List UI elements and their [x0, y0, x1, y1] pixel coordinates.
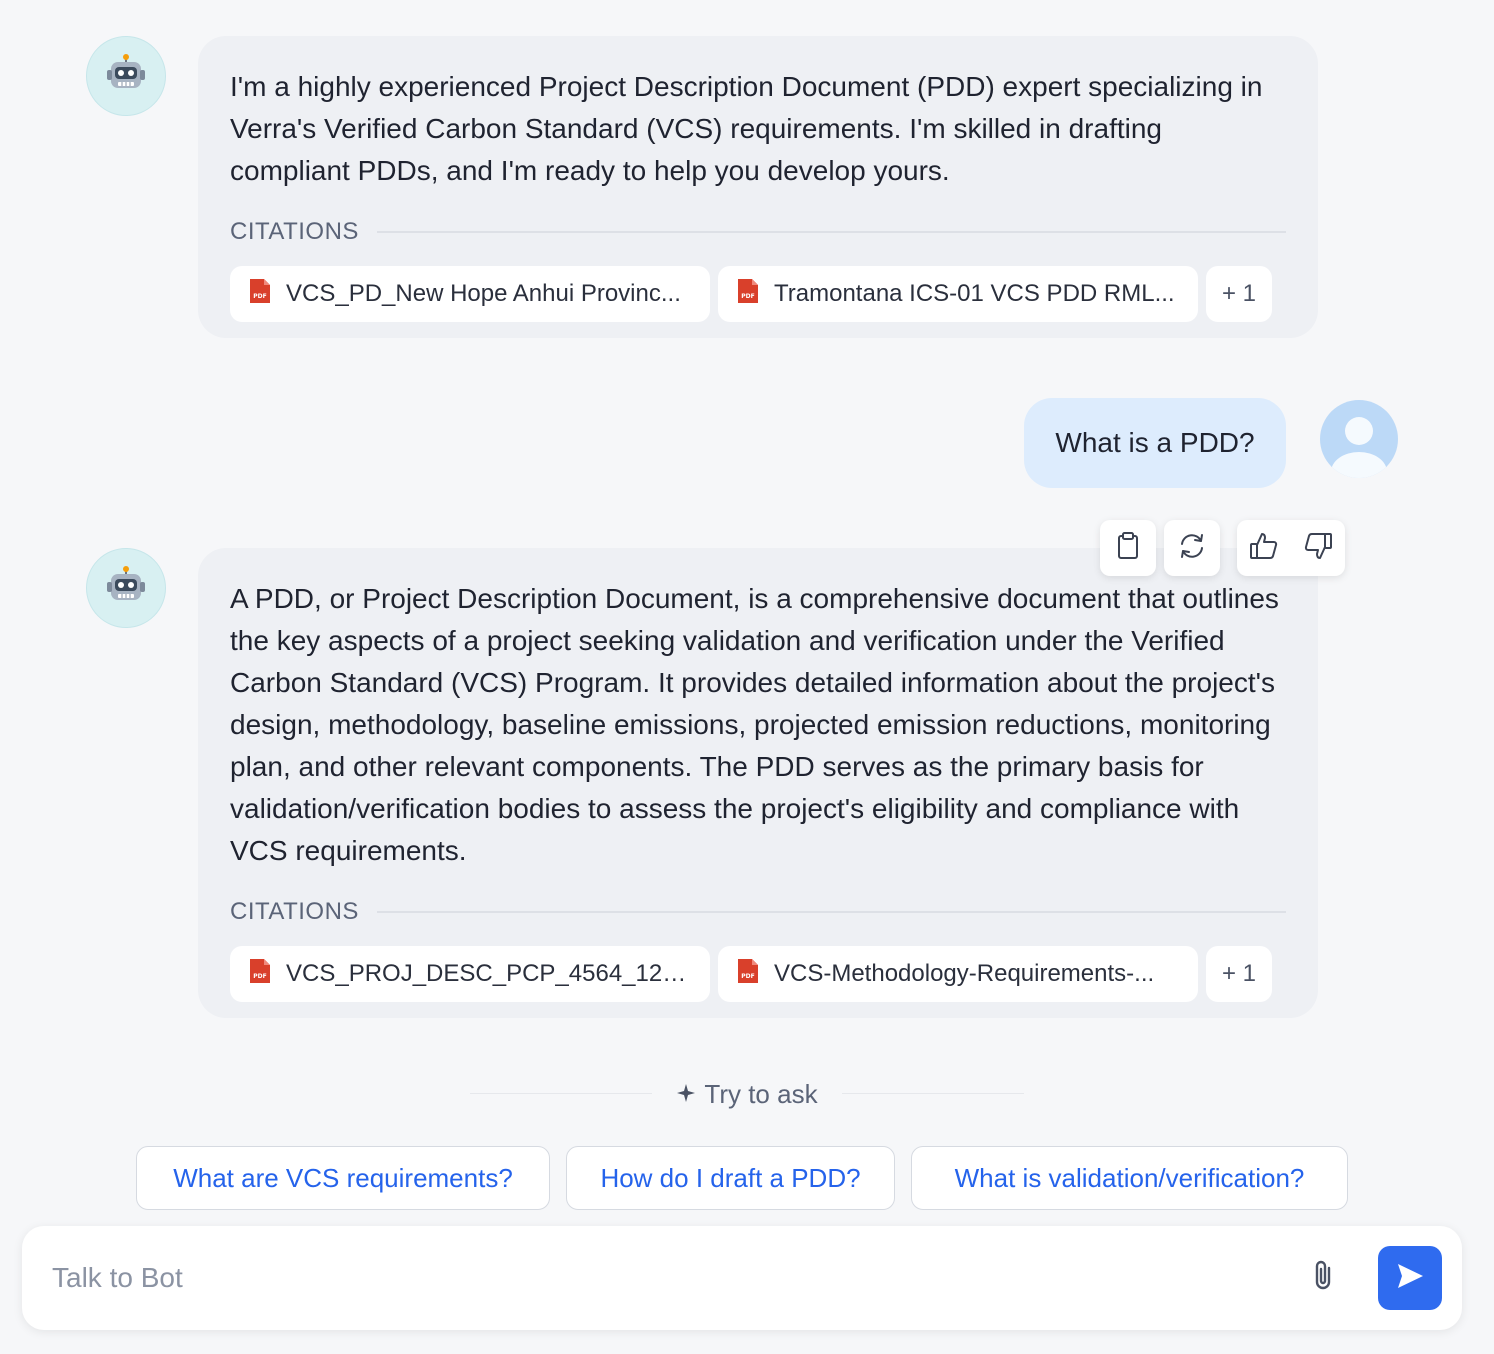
try-to-ask-label: Try to ask	[704, 1078, 818, 1109]
copy-icon	[1113, 531, 1143, 566]
citation-name: VCS-Methodology-Requirements-...	[774, 960, 1155, 987]
pdf-icon: PDF	[736, 277, 760, 312]
regenerate-icon	[1176, 530, 1208, 567]
citation-chip[interactable]: PDF Tramontana ICS-01 VCS PDD RML...	[718, 266, 1198, 322]
citation-list: PDF VCS_PD_New Hope Anhui Provinc... PDF…	[230, 266, 1286, 322]
bot-message: A PDD, or Project Description Document, …	[198, 548, 1318, 1018]
message-input[interactable]	[50, 1254, 1280, 1302]
citations-label: CITATIONS	[230, 898, 359, 925]
citation-name: VCS_PD_New Hope Anhui Provinc...	[286, 280, 681, 307]
citations-header: CITATIONS	[230, 898, 1286, 926]
bot-message-text: A PDD, or Project Description Document, …	[230, 583, 1279, 866]
bot-message: I'm a highly experienced Project Descrip…	[198, 36, 1318, 338]
user-avatar	[1320, 400, 1398, 478]
user-message: What is a PDD?	[1024, 398, 1286, 488]
citations-label: CITATIONS	[230, 218, 359, 245]
feedback-group	[1237, 520, 1345, 576]
try-to-ask-section: Try to ask	[0, 1076, 1494, 1112]
attach-button[interactable]	[1304, 1256, 1344, 1300]
citations-header: CITATIONS	[230, 218, 1286, 246]
regenerate-button[interactable]	[1164, 520, 1220, 576]
suggestion-button[interactable]: What is validation/verification?	[911, 1146, 1348, 1210]
citation-chip[interactable]: PDF VCS_PROJ_DESC_PCP_4564_12S...	[230, 946, 710, 1002]
pdf-icon: PDF	[248, 277, 272, 312]
suggestion-button[interactable]: What are VCS requirements?	[136, 1146, 550, 1210]
citation-chip[interactable]: PDF VCS-Methodology-Requirements-...	[718, 946, 1198, 1002]
copy-button[interactable]	[1100, 520, 1156, 576]
robot-icon	[104, 564, 148, 613]
svg-text:PDF: PDF	[253, 293, 266, 300]
sparkle-icon	[676, 1079, 696, 1110]
svg-text:PDF: PDF	[253, 973, 266, 980]
try-to-ask-header: Try to ask	[652, 1078, 842, 1110]
pdf-icon: PDF	[248, 957, 272, 992]
divider	[376, 911, 1286, 913]
citation-list: PDF VCS_PROJ_DESC_PCP_4564_12S... PDF VC…	[230, 946, 1286, 1002]
suggestion-button[interactable]: How do I draft a PDD?	[566, 1146, 895, 1210]
robot-icon	[104, 52, 148, 101]
message-composer	[22, 1226, 1462, 1330]
send-icon	[1395, 1261, 1425, 1296]
paperclip-icon	[1309, 1258, 1339, 1299]
svg-text:PDF: PDF	[741, 293, 754, 300]
thumbs-down-icon[interactable]	[1302, 530, 1334, 567]
more-citations-button[interactable]: + 1	[1206, 266, 1272, 322]
divider	[376, 231, 1286, 233]
thumbs-up-icon[interactable]	[1248, 530, 1280, 567]
pdf-icon: PDF	[736, 957, 760, 992]
bot-avatar	[86, 36, 166, 116]
svg-text:PDF: PDF	[741, 973, 754, 980]
user-avatar-icon	[1320, 417, 1398, 478]
citation-name: VCS_PROJ_DESC_PCP_4564_12S...	[286, 960, 692, 987]
citation-name: Tramontana ICS-01 VCS PDD RML...	[774, 280, 1175, 307]
more-citations-button[interactable]: + 1	[1206, 946, 1272, 1002]
bot-avatar	[86, 548, 166, 628]
citation-chip[interactable]: PDF VCS_PD_New Hope Anhui Provinc...	[230, 266, 710, 322]
chat-page: I'm a highly experienced Project Descrip…	[0, 0, 1494, 1354]
send-button[interactable]	[1378, 1246, 1442, 1310]
bot-message-text: I'm a highly experienced Project Descrip…	[230, 71, 1263, 186]
